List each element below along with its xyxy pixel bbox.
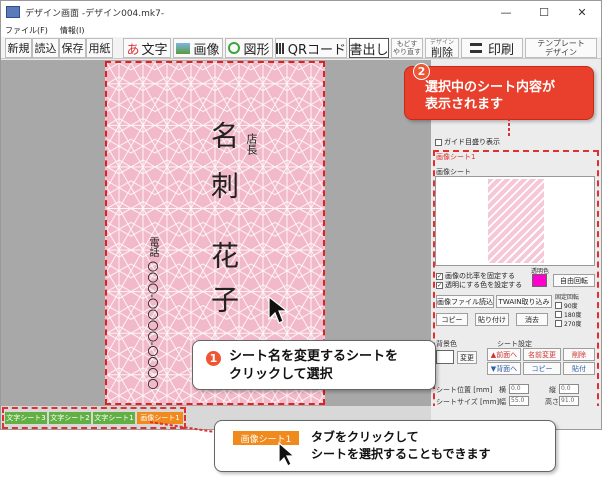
- callout-2-connector: [508, 118, 510, 138]
- save-button[interactable]: 保存: [59, 38, 86, 58]
- callout-3-text: タブをクリックして シートを選択することもできます: [311, 429, 491, 463]
- bg-color-swatch[interactable]: [436, 350, 454, 364]
- circle-icon: [228, 42, 241, 54]
- image-button-label: 画像: [193, 42, 220, 58]
- minimize-button[interactable]: —: [487, 1, 525, 23]
- card-phone-number: 〇〇〇-〇〇〇〇-〇〇〇〇: [146, 261, 159, 390]
- text-button[interactable]: あ文字: [123, 38, 171, 58]
- paste-button[interactable]: 貼り付け: [475, 313, 509, 326]
- card-phone-label: 電話: [147, 237, 158, 257]
- fixed-rotate-label: 固定回転: [555, 294, 580, 301]
- card-name-1: 名: [207, 121, 240, 149]
- tab-text-sheet-2[interactable]: 文字シート2: [49, 412, 91, 424]
- card-name-3: 花: [207, 241, 240, 269]
- callout-1-line-1: シート名を変更するシートを: [229, 349, 399, 364]
- load-image-button[interactable]: 画像ファイル読込: [436, 295, 494, 308]
- paper-button[interactable]: 用紙: [86, 38, 113, 58]
- height-input[interactable]: 91.0: [559, 396, 579, 406]
- card-name-2: 刺: [207, 171, 240, 199]
- copy-sheet-button[interactable]: コピー: [523, 362, 561, 375]
- printer-icon: [469, 43, 482, 53]
- rotate-90-checkbox[interactable]: 90度: [555, 301, 578, 310]
- mouse-cursor-icon: [268, 295, 289, 324]
- delete-sheet-button[interactable]: 削除: [563, 348, 595, 361]
- transparent-color-swatch[interactable]: [532, 274, 547, 287]
- template-button[interactable]: テンプレート デザイン: [525, 38, 597, 58]
- image-preview-box: [435, 176, 595, 266]
- toolbar: 新規 読込 保存 用紙 あ文字 画像 図形 QRコード 書出し もどす やり直す …: [1, 37, 601, 59]
- pos-y-input[interactable]: 0.0: [559, 384, 579, 394]
- maximize-button[interactable]: ☐: [525, 1, 563, 23]
- menu-bar: ファイル(F) 情報(I): [1, 23, 601, 37]
- callout-2: 2 選択中のシート内容が 表示されます: [404, 63, 594, 120]
- redo-label: やり直す: [393, 48, 421, 56]
- image-button[interactable]: 画像: [173, 38, 223, 58]
- text-button-label: 文字: [141, 42, 168, 58]
- rename-button[interactable]: 名前変更: [523, 348, 561, 361]
- print-label: 印刷: [487, 42, 514, 58]
- callout-2-line-2: 表示されます: [425, 97, 504, 112]
- shape-button-label: 図形: [243, 42, 270, 58]
- rotate-180-checkbox[interactable]: 180度: [555, 310, 581, 319]
- tab-text-sheet-1[interactable]: 文字シート1: [93, 412, 135, 424]
- callout-1-text: シート名を変更するシートを クリックして選択: [229, 348, 398, 384]
- pointer-cursor-icon: [278, 441, 296, 467]
- callout-3: 画像シート1 タブをクリックして シートを選択することもできます: [214, 420, 556, 472]
- menu-file[interactable]: ファイル(F): [5, 25, 48, 36]
- transparent-checkbox[interactable]: ✓ 透明にする色を設定する: [436, 280, 522, 290]
- undo-redo-button[interactable]: もどす やり直す: [391, 38, 423, 58]
- qr-button[interactable]: QRコード: [275, 38, 347, 58]
- callout-1-number: 1: [205, 350, 222, 367]
- width-input[interactable]: 55.0: [509, 396, 529, 406]
- to-front-button[interactable]: ▲ 前面へ: [487, 348, 521, 361]
- delete-design-button[interactable]: デザイン 削除: [425, 38, 459, 58]
- undo-label: もどす: [396, 40, 418, 48]
- pos-x-label: 横: [499, 386, 506, 394]
- copy-button[interactable]: コピー: [436, 313, 468, 326]
- title-bar: デザイン画面 -デザイン004.mk7- — ☐ ✕: [1, 1, 601, 23]
- callout-1-line-2: クリックして選択: [229, 367, 333, 382]
- card-name-4: 子: [207, 285, 240, 313]
- qr-icon: [276, 42, 285, 54]
- clear-button[interactable]: 消去: [516, 313, 548, 326]
- print-button[interactable]: 印刷: [461, 38, 523, 58]
- delete-label: 削除: [431, 45, 453, 59]
- window-title: デザイン画面 -デザイン004.mk7-: [25, 8, 165, 19]
- sheet-name-label: 画像シート1: [436, 153, 476, 161]
- template-label-2: デザイン: [545, 48, 577, 57]
- qr-button-label: QRコード: [287, 42, 346, 58]
- new-button[interactable]: 新規: [5, 38, 32, 58]
- callout-2-line-1: 選択中のシート内容が: [425, 80, 556, 95]
- bg-change-button[interactable]: 変更: [457, 351, 477, 364]
- open-button[interactable]: 読込: [32, 38, 59, 58]
- callout-1: 1 シート名を変更するシートを クリックして選択: [192, 340, 436, 390]
- rotate-270-checkbox[interactable]: 270度: [555, 319, 581, 328]
- callout-2-text: 選択中のシート内容が 表示されます: [425, 79, 555, 113]
- pos-x-input[interactable]: 0.0: [509, 384, 529, 394]
- template-label-1: テンプレート: [537, 39, 585, 48]
- close-button[interactable]: ✕: [563, 1, 601, 23]
- image-icon: [176, 42, 191, 54]
- free-rotate-button[interactable]: 自由回転: [553, 274, 595, 287]
- menu-info[interactable]: 情報(I): [60, 25, 85, 36]
- card-title-text: 店長: [245, 133, 258, 155]
- bg-color-label: 背景色: [436, 340, 457, 348]
- callout-3-line-1: タブをクリックして: [311, 430, 419, 444]
- export-button[interactable]: 書出し: [349, 38, 389, 58]
- twain-button[interactable]: TWAIN取り込み: [496, 295, 552, 308]
- pos-y-label: 縦: [549, 386, 556, 394]
- callout-3-line-2: シートを選択することもできます: [311, 447, 491, 461]
- to-back-button[interactable]: ▼ 背面へ: [487, 362, 521, 375]
- image-preview-thumb: [488, 179, 544, 263]
- tab-text-sheet-3[interactable]: 文字シート3: [5, 412, 47, 424]
- shape-button[interactable]: 図形: [225, 38, 273, 58]
- app-icon: [6, 6, 20, 18]
- callout-2-number: 2: [413, 63, 430, 80]
- guide-checkbox[interactable]: ガイド目盛り表示: [435, 137, 500, 147]
- sheet-position-label: シート位置 [mm]: [436, 386, 493, 394]
- text-icon: あ: [126, 42, 140, 58]
- paste-sheet-button[interactable]: 貼付: [563, 362, 595, 375]
